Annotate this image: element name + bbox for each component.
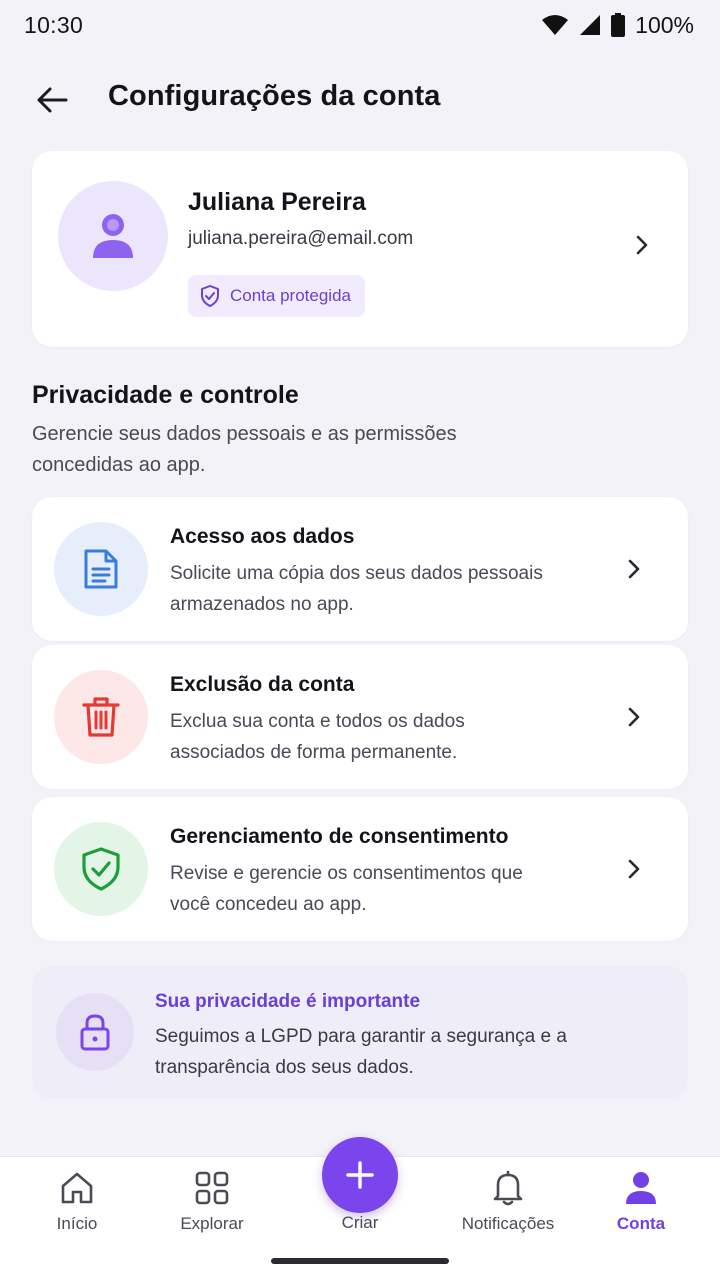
option-icon-circle: [54, 522, 148, 616]
avatar: [58, 181, 168, 291]
option-data-access[interactable]: Acesso aos dados Solicite uma cópia dos …: [32, 497, 688, 641]
profile-email: juliana.pereira@email.com: [188, 228, 414, 249]
bell-icon: [493, 1170, 523, 1206]
document-icon: [84, 549, 118, 589]
app-header: Configurações da conta: [0, 62, 720, 134]
option-description: Exclua sua conta e todos os dados associ…: [170, 711, 465, 763]
option-consent-management[interactable]: Gerenciamento de consentimento Revise e …: [32, 797, 688, 941]
home-icon: [61, 1172, 93, 1204]
nav-item-explorar[interactable]: Explorar: [162, 1157, 262, 1247]
nav-label: Início: [56, 1214, 98, 1233]
signal-icon: [580, 15, 601, 35]
section-title: Privacidade e controle: [32, 381, 299, 409]
section-description: Gerencie seus dados pessoais e as permis…: [32, 423, 457, 476]
shield-check-icon: [201, 285, 219, 307]
chevron-right-icon: [628, 859, 640, 879]
option-account-deletion[interactable]: Exclusão da conta Exclua sua conta e tod…: [32, 645, 688, 789]
back-button[interactable]: [28, 76, 76, 124]
nav-item-inicio[interactable]: Início: [37, 1157, 117, 1247]
nav-label: Explorar: [180, 1214, 244, 1233]
option-title: Acesso aos dados: [170, 525, 355, 548]
info-icon-circle: [56, 993, 134, 1071]
battery-percent: 100%: [635, 11, 694, 38]
status-bar: 10:30 100%: [0, 0, 720, 50]
shield-check-icon: [82, 847, 120, 891]
chevron-right-icon: [628, 707, 640, 727]
nav-label-criar: Criar: [341, 1213, 379, 1232]
trash-icon: [82, 697, 120, 737]
create-button[interactable]: [322, 1137, 398, 1213]
option-title: Exclusão da conta: [170, 673, 355, 696]
chevron-right-icon: [636, 235, 648, 255]
status-icons: 100%: [541, 12, 694, 39]
profile-card[interactable]: Juliana Pereira juliana.pereira@email.co…: [32, 151, 688, 347]
arrow-left-icon: [37, 87, 68, 113]
nav-item-notificacoes[interactable]: Notificações: [448, 1157, 568, 1247]
plus-icon: [346, 1161, 374, 1189]
badge-label: Conta protegida: [230, 286, 351, 305]
status-time: 10:30: [24, 11, 84, 38]
option-title: Gerenciamento de consentimento: [170, 825, 509, 848]
info-title: Sua privacidade é importante: [155, 991, 421, 1012]
nav-label: Notificações: [461, 1214, 555, 1233]
lock-icon: [80, 1014, 110, 1051]
chevron-right-icon: [628, 559, 640, 579]
nav-label: Conta: [616, 1214, 666, 1233]
page-title: Configurações da conta: [108, 80, 441, 112]
option-description: Solicite uma cópia dos seus dados pessoa…: [170, 563, 543, 615]
battery-icon: [611, 13, 626, 37]
home-indicator[interactable]: [271, 1258, 449, 1264]
profile-name: Juliana Pereira: [188, 188, 366, 216]
option-icon-circle: [54, 822, 148, 916]
option-description: Revise e gerencie os consentimentos que …: [170, 863, 523, 915]
person-icon: [93, 214, 133, 258]
wifi-icon: [542, 15, 569, 35]
option-icon-circle: [54, 670, 148, 764]
nav-item-conta[interactable]: Conta: [601, 1157, 681, 1247]
privacy-info-card: Sua privacidade é importante Seguimos a …: [32, 966, 688, 1099]
info-description: Seguimos a LGPD para garantir a seguranç…: [155, 1026, 567, 1078]
person-icon: [626, 1172, 656, 1204]
protected-badge: Conta protegida: [188, 275, 365, 317]
grid-icon: [195, 1171, 229, 1205]
